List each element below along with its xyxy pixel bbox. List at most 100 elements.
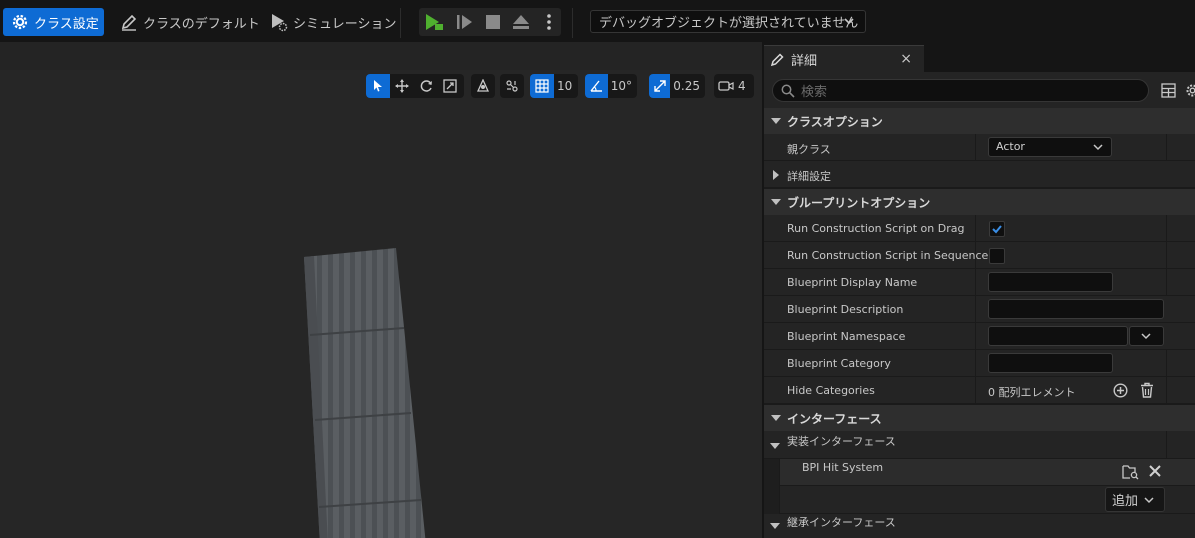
browse-asset-icon[interactable] [1122, 464, 1139, 480]
rotation-snap-value[interactable]: 10° [608, 79, 637, 93]
debug-object-select[interactable]: デバッグオブジェクトが選択されていません [590, 10, 866, 33]
camera-icon[interactable] [714, 74, 738, 98]
table-view-icon[interactable] [1161, 83, 1176, 98]
camera-speed-value[interactable]: 4 [738, 79, 751, 93]
hide-categories-count: 0 配列エレメント [988, 386, 1076, 399]
surface-snap-toggle[interactable] [500, 74, 524, 98]
column-divider [1166, 269, 1167, 296]
chevron-down-icon [770, 523, 780, 529]
chevron-down-icon [770, 443, 780, 449]
add-interface-button[interactable]: 追加 [1105, 487, 1165, 512]
column-divider [975, 377, 976, 404]
toolbar-divider [400, 8, 401, 38]
world-space-icon[interactable] [471, 74, 495, 98]
more-options-icon[interactable] [538, 12, 560, 32]
play-controls [419, 8, 561, 36]
settings-gear-icon[interactable] [1185, 83, 1195, 98]
blueprint-description-input[interactable] [988, 299, 1164, 319]
main-toolbar: クラス設定 クラスのデフォルト シミュレーション デバッグオブジェクトが選択され… [0, 0, 1195, 42]
grid-snap-control[interactable]: 10 [530, 74, 578, 98]
scale-snap-value[interactable]: 0.25 [670, 79, 705, 93]
blueprint-namespace-dropdown[interactable] [1129, 326, 1164, 346]
simulation-button[interactable]: シミュレーション [269, 8, 396, 36]
column-divider [975, 134, 976, 161]
details-panel: 詳細 × 検索 クラスオプション 親クラス Actor 詳細設定 ブループリント… [764, 42, 1195, 538]
row-blueprint-namespace: Blueprint Namespace [764, 323, 1195, 350]
rotation-snap-control[interactable]: 10° [585, 74, 637, 98]
run-construction-on-drag-checkbox[interactable] [989, 221, 1005, 237]
row-implemented-interfaces[interactable]: 実装インターフェース [764, 431, 1195, 459]
rotation-snap-icon[interactable] [585, 74, 608, 98]
play-icon[interactable] [423, 12, 445, 32]
column-divider [975, 350, 976, 377]
inherited-interfaces-label: 継承インターフェース [787, 516, 896, 529]
select-mode-icon[interactable] [366, 74, 390, 98]
blueprint-namespace-input[interactable] [988, 326, 1128, 346]
class-settings-button[interactable]: クラス設定 [3, 8, 104, 36]
column-divider [975, 323, 976, 350]
parent-class-value: Actor [996, 140, 1025, 153]
building-mesh[interactable] [300, 245, 430, 538]
section-interfaces-title: インターフェース [787, 411, 882, 426]
class-defaults-button[interactable]: クラスのデフォルト [119, 8, 260, 36]
chevron-down-icon [771, 415, 781, 421]
details-search-input[interactable]: 検索 [772, 79, 1149, 102]
grid-snap-icon[interactable] [530, 74, 554, 98]
translate-icon[interactable] [390, 74, 414, 98]
row-run-construction-on-drag: Run Construction Script on Drag [764, 215, 1195, 242]
step-frame-icon[interactable] [454, 12, 476, 32]
surface-snap-icon[interactable] [500, 74, 524, 98]
row-advanced[interactable]: 詳細設定 [764, 161, 1195, 188]
add-element-icon[interactable] [1113, 383, 1128, 398]
column-divider [975, 296, 976, 323]
debug-object-select-value: デバッグオブジェクトが選択されていません [599, 16, 859, 31]
stop-icon[interactable] [482, 12, 504, 32]
blueprint-category-input[interactable] [988, 353, 1113, 373]
coordinate-system-toggle[interactable] [471, 74, 495, 98]
run-construction-in-sequencer-checkbox[interactable] [989, 248, 1005, 264]
row-blueprint-description: Blueprint Description [764, 296, 1195, 323]
row-inherited-interfaces[interactable]: 継承インターフェース [764, 514, 1195, 538]
implemented-interfaces-label: 実装インターフェース [787, 435, 896, 448]
blueprint-display-name-input[interactable] [988, 272, 1113, 292]
tab-details[interactable]: 詳細 × [764, 45, 924, 72]
edit-icon [770, 52, 785, 67]
scale-icon[interactable] [438, 74, 462, 98]
remove-icon[interactable] [1148, 464, 1162, 478]
section-blueprint-options-title: ブループリントオプション [787, 195, 931, 210]
section-blueprint-options[interactable]: ブループリントオプション [764, 189, 1195, 215]
hide-categories-label: Hide Categories [787, 384, 875, 397]
interface-name: BPI Hit System [802, 461, 884, 474]
trash-icon[interactable] [1140, 382, 1154, 398]
chevron-right-icon[interactable] [773, 170, 779, 180]
search-icon [781, 84, 795, 98]
close-icon[interactable]: × [900, 51, 912, 67]
class-defaults-label: クラスのデフォルト [143, 16, 260, 32]
row-run-construction-in-sequencer: Run Construction Script in Sequencer [764, 242, 1195, 269]
chevron-down-icon [1144, 496, 1154, 503]
eject-icon[interactable] [510, 12, 532, 32]
gear-icon [10, 12, 30, 32]
parent-class-label: 親クラス [787, 143, 831, 156]
row-blueprint-display-name: Blueprint Display Name [764, 269, 1195, 296]
scale-snap-control[interactable]: 0.25 [649, 74, 705, 98]
row-parent-class: 親クラス Actor [764, 134, 1195, 161]
grid-snap-value[interactable]: 10 [554, 79, 577, 93]
row-blueprint-category: Blueprint Category [764, 350, 1195, 377]
column-divider [1166, 134, 1167, 161]
chevron-down-icon [844, 16, 854, 26]
column-divider [975, 242, 976, 269]
list-item-interface[interactable]: BPI Hit System [780, 459, 1195, 486]
column-divider [1166, 242, 1167, 269]
section-interfaces[interactable]: インターフェース [764, 405, 1195, 431]
column-divider [1166, 377, 1167, 404]
blueprint-namespace-label: Blueprint Namespace [787, 330, 906, 343]
rotate-icon[interactable] [414, 74, 438, 98]
camera-speed-control[interactable]: 4 [714, 74, 754, 98]
section-class-options[interactable]: クラスオプション [764, 108, 1195, 134]
column-divider [1166, 215, 1167, 242]
scale-snap-icon[interactable] [649, 74, 671, 98]
blueprint-viewport[interactable]: 10 10° 0.25 4 [0, 70, 762, 538]
chevron-down-icon [1141, 333, 1151, 340]
parent-class-dropdown[interactable]: Actor [988, 137, 1112, 157]
